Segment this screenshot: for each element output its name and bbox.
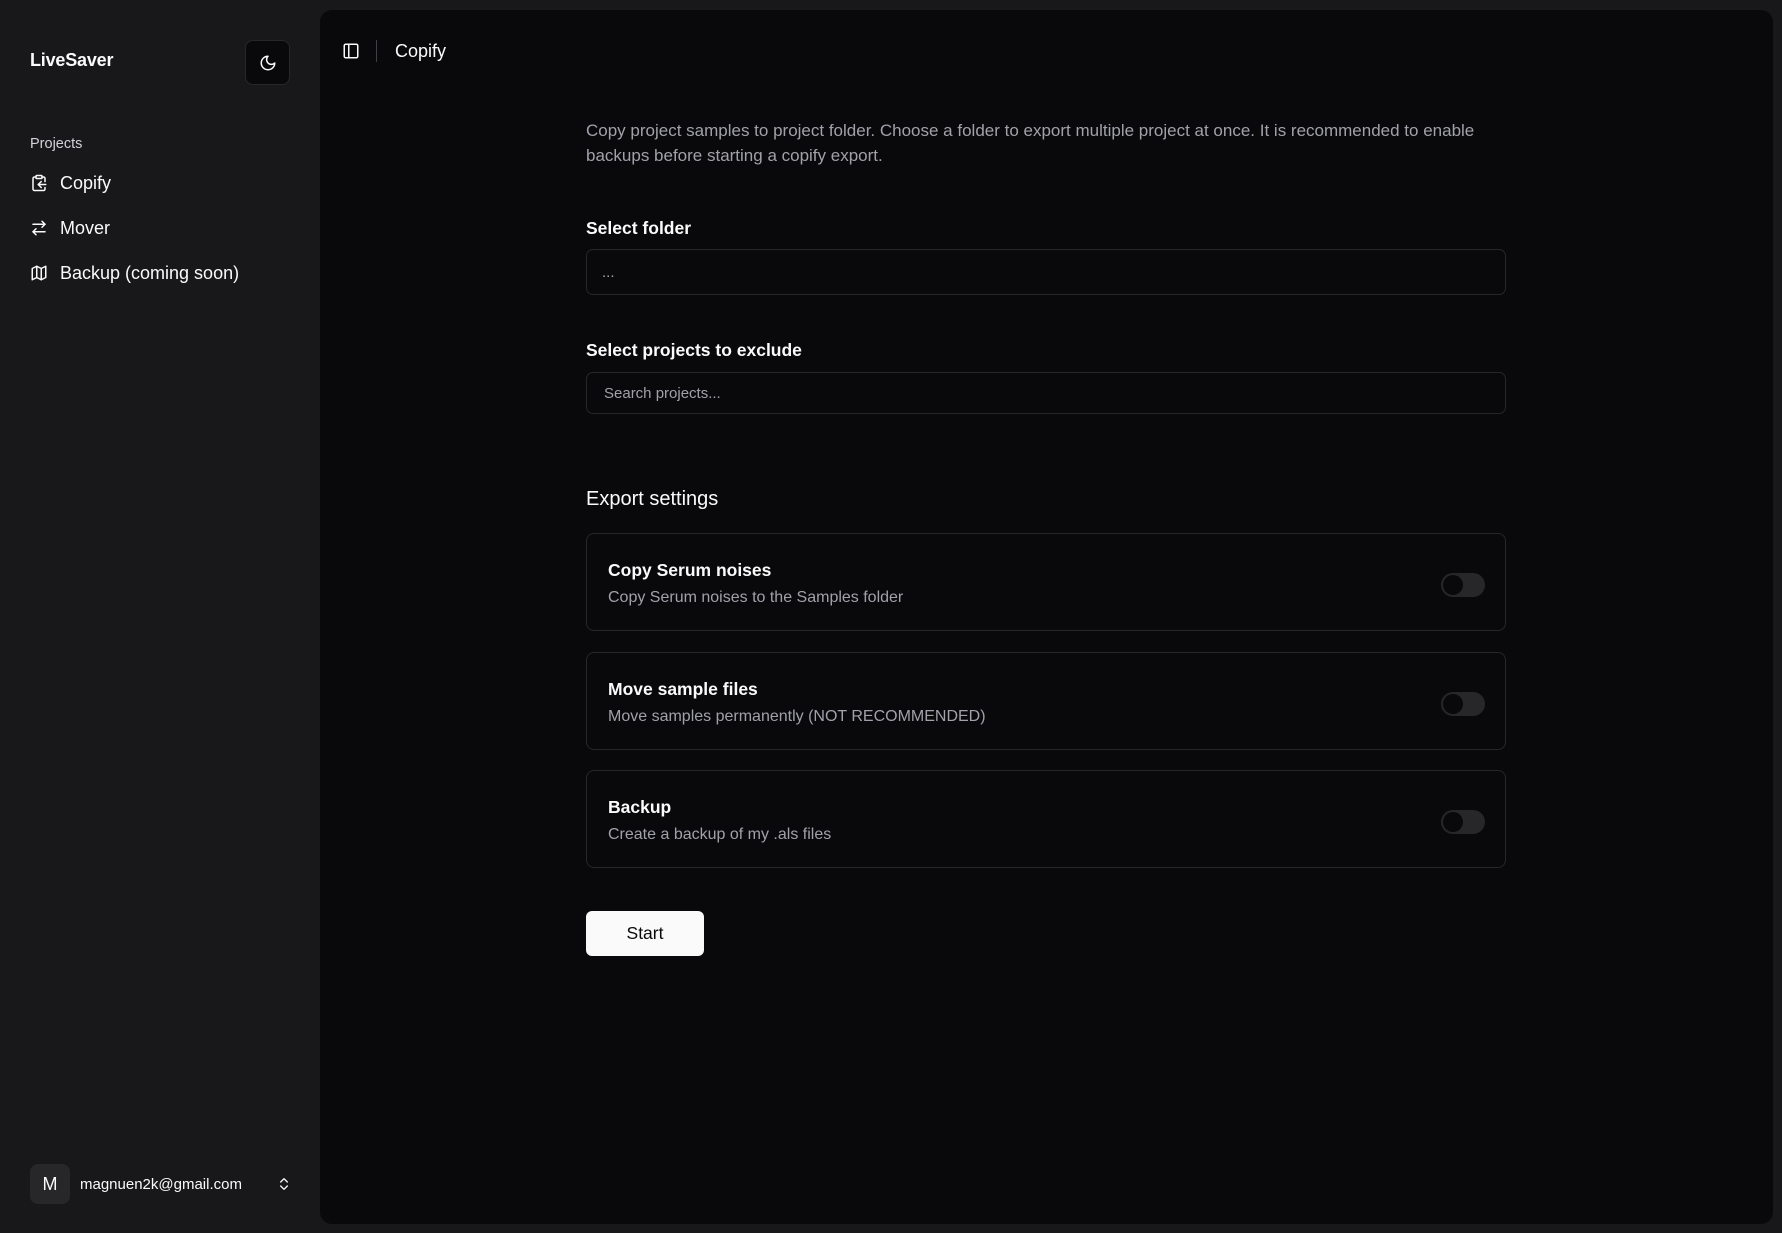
setting-description: Move samples permanently (NOT RECOMMENDE… xyxy=(608,708,986,725)
sidebar-item-label: Mover xyxy=(60,217,111,238)
search-input[interactable] xyxy=(602,383,1505,403)
projects-section-label: Projects xyxy=(30,136,83,152)
sidebar-item-label: Copify xyxy=(60,172,112,193)
setting-description: Create a backup of my .als files xyxy=(608,826,832,843)
page-title: Copify xyxy=(395,40,447,61)
setting-card-copy-serum: Copy Serum noises Copy Serum noises to t… xyxy=(586,533,1506,631)
setting-title: Copy Serum noises xyxy=(608,560,772,580)
sidebar-item-mover[interactable]: Mover xyxy=(22,208,300,248)
sidebar-item-copify[interactable]: Copify xyxy=(22,163,300,203)
sidebar-nav: Copify Mover Backup (coming soon) xyxy=(22,163,300,298)
setting-description: Copy Serum noises to the Samples folder xyxy=(608,589,904,606)
setting-card-move-samples: Move sample files Move samples permanent… xyxy=(586,652,1506,750)
toggle-knob xyxy=(1443,575,1463,595)
exclude-projects-label: Select projects to exclude xyxy=(586,340,802,360)
theme-toggle-button[interactable] xyxy=(245,40,290,85)
export-settings-heading: Export settings xyxy=(586,488,719,510)
panel-left-icon xyxy=(343,43,359,59)
setting-title: Move sample files xyxy=(608,679,758,699)
setting-title: Backup xyxy=(608,797,672,817)
sidebar: LiveSaver Projects Copify Mover Backup (… xyxy=(0,0,320,1233)
exclude-projects-combobox[interactable] xyxy=(586,372,1506,414)
sidebar-item-backup[interactable]: Backup (coming soon) xyxy=(22,253,300,293)
toggle-knob xyxy=(1443,812,1463,832)
app-brand: LiveSaver xyxy=(30,50,114,70)
select-folder-field[interactable]: ... xyxy=(586,249,1506,295)
main-panel: Copify Copy project samples to project f… xyxy=(320,10,1773,1224)
moon-icon xyxy=(260,55,275,70)
sidebar-item-label: Backup (coming soon) xyxy=(60,262,240,283)
sidebar-toggle-button[interactable] xyxy=(342,42,360,60)
start-button[interactable]: Start xyxy=(586,911,704,956)
clipboard-copy-icon xyxy=(32,174,47,192)
map-icon xyxy=(31,265,47,281)
user-email: magnuen2k@gmail.com xyxy=(80,1175,242,1193)
user-menu[interactable]: M magnuen2k@gmail.com xyxy=(30,1164,292,1204)
header: Copify xyxy=(342,36,446,66)
move-samples-toggle[interactable] xyxy=(1441,692,1485,716)
header-divider xyxy=(376,40,377,62)
copy-serum-toggle[interactable] xyxy=(1441,573,1485,597)
select-folder-label: Select folder xyxy=(586,218,692,238)
chevrons-up-down-icon xyxy=(276,1176,292,1192)
arrows-left-right-icon xyxy=(32,220,46,236)
setting-card-backup: Backup Create a backup of my .als files xyxy=(586,770,1506,868)
avatar: M xyxy=(30,1164,70,1204)
backup-toggle[interactable] xyxy=(1441,810,1485,834)
toggle-knob xyxy=(1443,694,1463,714)
select-folder-value: ... xyxy=(602,263,615,281)
intro-text: Copy project samples to project folder. … xyxy=(586,121,1475,165)
